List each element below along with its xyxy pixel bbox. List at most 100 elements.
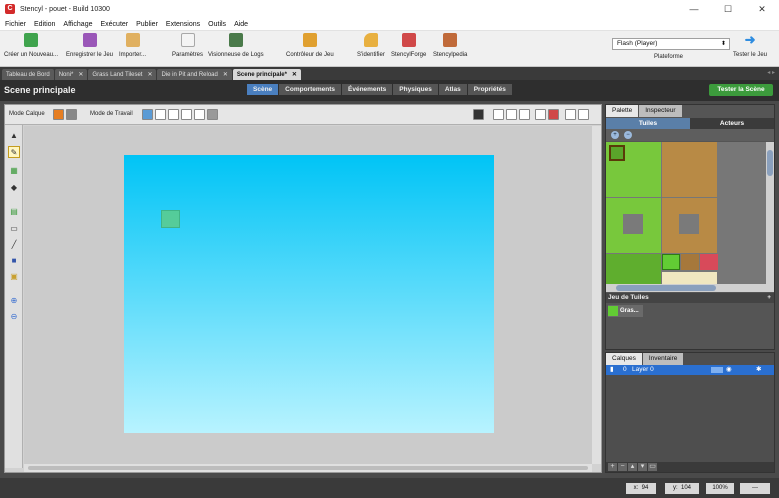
magnet-icon[interactable] [548,109,559,120]
subtab-tiles[interactable]: Tuiles [606,118,690,129]
work-mode-other-button[interactable] [207,109,218,120]
close-button[interactable]: ✕ [745,0,779,18]
scene-canvas[interactable] [124,155,494,433]
menu-outils[interactable]: Outils [208,21,226,28]
close-tab-icon[interactable]: ✕ [223,71,228,78]
menu-affichage[interactable]: Affichage [63,21,92,28]
record-icon[interactable] [578,109,589,120]
move-layer-down-icon[interactable]: ▾ [638,463,647,471]
tab-scene-principale[interactable]: Scene principale* ✕ [232,69,301,80]
view-grid-fine-button[interactable] [506,109,517,120]
scrollbar-thumb[interactable] [767,150,773,176]
menu-executer[interactable]: Exécuter [100,21,128,28]
tab-properties[interactable]: Propriétés [467,84,512,95]
tile-red[interactable] [700,254,718,270]
add-layer-icon[interactable]: + [608,463,617,471]
work-mode-terrain-button[interactable] [194,109,205,120]
maximize-button[interactable]: ☐ [711,0,745,18]
work-mode-tiles-button[interactable] [142,109,153,120]
sign-in-button[interactable]: S'identifier [357,33,385,58]
view-screen-button[interactable] [473,109,484,120]
line-tool-icon[interactable]: ╱ [8,238,20,250]
import-button[interactable]: Importer... [119,33,146,58]
palette-horizontal-scrollbar[interactable] [606,284,774,292]
stencylpedia-button[interactable]: Stencylpedia [433,33,467,58]
tab-atlas[interactable]: Atlas [438,84,467,95]
tile-stone[interactable] [623,214,643,234]
view-layers-button[interactable] [535,109,546,120]
layer-mode-all-button[interactable] [66,109,77,120]
palette-zoom-out-icon[interactable]: − [624,131,632,139]
tile-sand[interactable] [662,272,717,284]
pencil-tool-icon[interactable]: ✎ [8,146,20,158]
menu-edition[interactable]: Edition [34,21,55,28]
tab-scroll-arrows-icon[interactable]: ◂ ▸ [767,69,775,76]
zoom-level[interactable]: 100% [706,483,734,494]
tile-stone-2[interactable] [679,214,699,234]
menu-fichier[interactable]: Fichier [5,21,26,28]
add-tileset-icon[interactable]: + [767,293,771,303]
menu-extensions[interactable]: Extensions [166,21,200,28]
tile-grid[interactable] [606,142,766,284]
settings-button[interactable]: Paramètres [172,33,203,58]
tab-palette[interactable]: Palette [606,105,639,117]
work-mode-image-button[interactable] [155,109,166,120]
tab-die-in-pit[interactable]: Die in Pit and Reload ✕ [157,69,232,80]
scrollbar-thumb[interactable] [28,466,588,470]
close-tab-icon[interactable]: ✕ [147,71,152,78]
menu-aide[interactable]: Aide [234,21,248,28]
palette-vertical-scrollbar[interactable] [766,142,774,284]
tab-inventory[interactable]: Inventaire [642,353,684,365]
eye-icon[interactable]: ◉ [726,365,732,375]
play-icon[interactable] [565,109,576,120]
tile-green[interactable] [662,254,680,270]
fill-tool-icon[interactable]: ◆ [8,181,20,193]
subtab-actors[interactable]: Acteurs [690,118,774,129]
rectangle-tool-icon[interactable]: ■ [8,254,20,266]
horizontal-scrollbar[interactable] [24,464,592,472]
test-scene-button[interactable]: Tester la Scène [709,84,773,96]
close-tab-icon[interactable]: ✕ [78,71,83,78]
remove-layer-icon[interactable]: − [618,463,627,471]
view-bounds-button[interactable] [519,109,530,120]
grid-tool-icon[interactable]: ▦ [8,164,20,176]
tile-dirt[interactable] [662,142,717,197]
minimize-button[interactable]: — [677,0,711,18]
gear-icon[interactable]: ✱ [756,365,761,375]
platform-select[interactable]: Flash (Player) ⬍ [612,38,730,50]
eraser-tool-icon[interactable]: ▭ [8,222,20,234]
tile-select-tool-icon[interactable]: ▤ [8,205,20,217]
placed-tile[interactable] [161,210,180,228]
tile-grass-edge[interactable] [606,254,661,284]
palette-zoom-in-icon[interactable]: + [611,131,619,139]
stencylforge-button[interactable]: StencylForge [391,33,426,58]
scene-canvas-area[interactable] [24,126,592,464]
work-mode-region-button[interactable] [181,109,192,120]
layer-mode-single-button[interactable] [53,109,64,120]
work-mode-actor-button[interactable] [168,109,179,120]
tab-grass-land-tileset[interactable]: Grass Land Tileset ✕ [88,69,157,80]
scrollbar-thumb[interactable] [616,285,716,291]
tile-brown[interactable] [681,254,699,270]
view-grid-button[interactable] [493,109,504,120]
close-tab-icon[interactable]: ✕ [292,71,297,78]
menu-publier[interactable]: Publier [136,21,158,28]
zoom-in-icon[interactable]: ⊕ [8,294,20,306]
tab-behaviors[interactable]: Comportements [279,84,341,95]
tab-events[interactable]: Événements [342,84,393,95]
save-game-button[interactable]: Enregistrer le Jeu [66,33,113,58]
tab-dashboard[interactable]: Tableau de Bord [2,69,54,80]
tab-inspector[interactable]: Inspecteur [639,105,682,117]
log-viewer-button[interactable]: Visionneuse de Logs [208,33,264,58]
vertical-scrollbar[interactable] [592,126,601,464]
tab-noni[interactable]: Noni* ✕ [54,69,88,80]
select-tool-icon[interactable]: ▲ [8,129,20,141]
tileset-item[interactable]: Gras... [608,305,643,317]
image-tool-icon[interactable]: ▣ [8,270,20,282]
tab-layers[interactable]: Calques [606,353,642,365]
move-layer-up-icon[interactable]: ▴ [628,463,637,471]
create-new-button[interactable]: Créer un Nouveau... [4,33,58,58]
layer-color-swatch[interactable] [711,367,723,373]
test-game-button[interactable]: ➜ Tester le Jeu [733,33,767,59]
tab-scene[interactable]: Scène [247,84,279,95]
